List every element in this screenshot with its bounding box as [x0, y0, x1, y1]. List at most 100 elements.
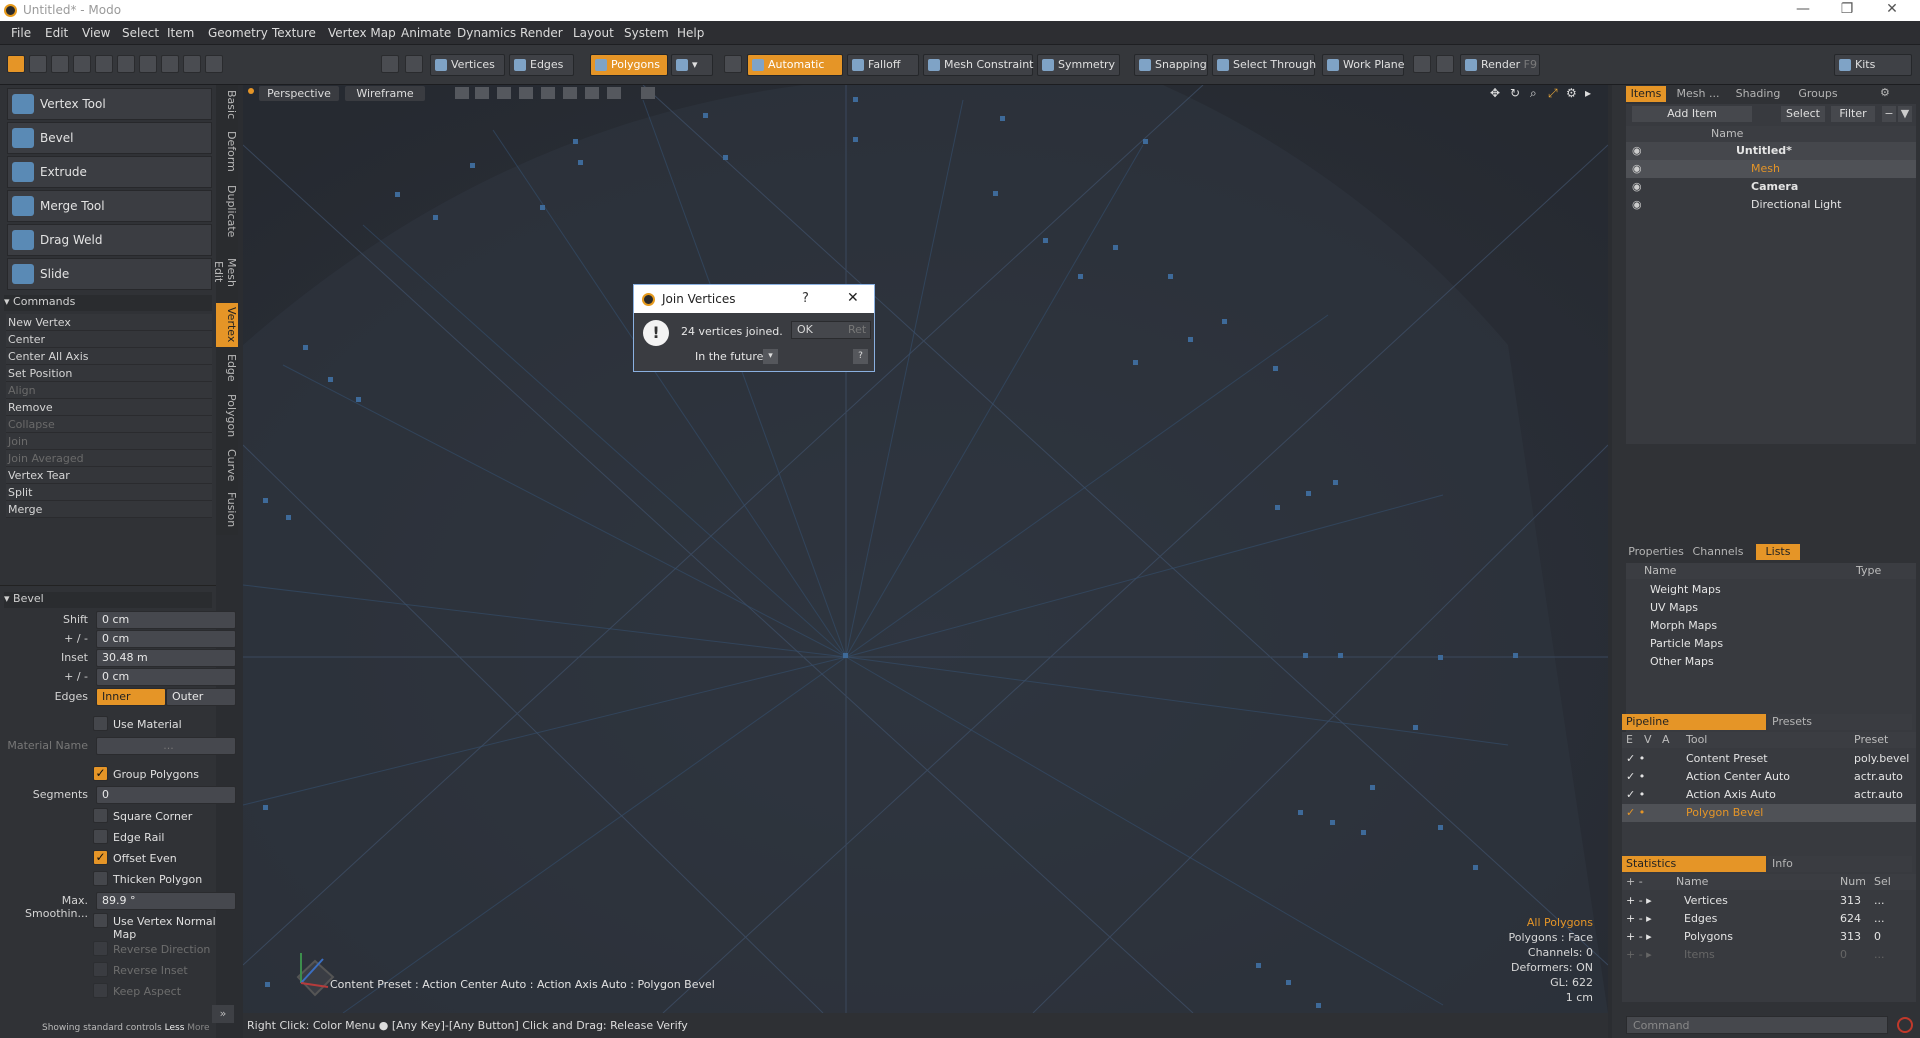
- cmd-split[interactable]: Split: [6, 484, 212, 501]
- in-the-future-dropdown[interactable]: ▾: [763, 349, 778, 364]
- menu-view[interactable]: View: [82, 26, 110, 40]
- menu-file[interactable]: File: [11, 26, 31, 40]
- menu-dynamics[interactable]: Dynamics: [457, 26, 516, 40]
- filter-icon[interactable]: [607, 87, 621, 99]
- gear-icon[interactable]: ⚙: [1880, 86, 1890, 99]
- action-center-icon[interactable]: [724, 55, 742, 73]
- snap-points-icon[interactable]: [205, 55, 223, 73]
- max-smoothing-field[interactable]: 89.9 °: [96, 892, 236, 910]
- lights-icon[interactable]: [563, 87, 577, 99]
- shift-random-field[interactable]: 0 cm: [96, 630, 236, 648]
- rotate-icon[interactable]: ↻: [1510, 86, 1520, 100]
- list-uv-maps[interactable]: UV Maps: [1626, 599, 1916, 617]
- kits-button[interactable]: Kits: [1834, 54, 1912, 76]
- pipeline-row[interactable]: ✓ • Polygon Bevel: [1622, 804, 1916, 822]
- tab-presets[interactable]: Presets: [1768, 714, 1912, 730]
- preview-icon[interactable]: [1436, 55, 1454, 73]
- cmd-vertex-tear[interactable]: Vertex Tear: [6, 467, 212, 484]
- menu-geometry[interactable]: Geometry: [208, 26, 268, 40]
- fit-icon[interactable]: ⤢: [1548, 86, 1558, 101]
- marquee-icon[interactable]: [183, 55, 201, 73]
- automatic-button[interactable]: Automatic: [747, 54, 843, 76]
- shading-dropdown[interactable]: Wireframe: [345, 86, 425, 101]
- edge-rail-checkbox[interactable]: [93, 829, 108, 844]
- record-icon[interactable]: [1897, 1017, 1913, 1033]
- viewport-menu-icon[interactable]: ▸: [1585, 86, 1591, 100]
- items-mode-icon[interactable]: [381, 55, 399, 73]
- tab-edge[interactable]: Edge: [216, 349, 238, 387]
- tab-mesh-edit[interactable]: Mesh Edit: [212, 245, 238, 299]
- use-vertex-normal-map-checkbox[interactable]: [93, 913, 108, 928]
- viewport-options-icon[interactable]: [248, 88, 254, 94]
- pipeline-row[interactable]: ✓ • Content Preset poly.bevel: [1622, 750, 1916, 768]
- tools-icon[interactable]: [1413, 55, 1431, 73]
- grid-icon[interactable]: [475, 87, 489, 99]
- inset-field[interactable]: 30.48 m: [96, 649, 236, 667]
- inset-random-field[interactable]: 0 cm: [96, 668, 236, 686]
- bevel-properties-header[interactable]: ▾ Bevel: [4, 592, 212, 608]
- tab-basic[interactable]: Basic: [216, 87, 238, 121]
- brush-icon[interactable]: [95, 55, 113, 73]
- menu-select[interactable]: Select: [122, 26, 159, 40]
- mesh-mode-icon[interactable]: [405, 55, 423, 73]
- menu-animate[interactable]: Animate: [401, 26, 451, 40]
- cmd-remove[interactable]: Remove: [6, 399, 212, 416]
- close-window-button[interactable]: ✕: [1872, 1, 1912, 17]
- help-icon[interactable]: ?: [853, 349, 868, 364]
- item-mesh[interactable]: Mesh: [1626, 160, 1916, 178]
- stat-row-polygons[interactable]: + - ▸ Polygons 313 0: [1622, 928, 1916, 946]
- cmd-new-vertex[interactable]: New Vertex: [6, 314, 212, 331]
- use-material-checkbox[interactable]: [93, 716, 108, 731]
- layers-icon[interactable]: [139, 55, 157, 73]
- merge-tool-button[interactable]: Merge Tool: [7, 190, 212, 222]
- tab-statistics[interactable]: Statistics: [1622, 856, 1766, 872]
- tab-properties[interactable]: Properties: [1626, 544, 1686, 560]
- expand-panel-button[interactable]: »: [212, 1005, 234, 1023]
- stat-row-edges[interactable]: + - ▸ Edges 624...: [1622, 910, 1916, 928]
- checker-icon[interactable]: [455, 87, 469, 99]
- less-link[interactable]: Less: [165, 1023, 185, 1033]
- mesh-constraint-button[interactable]: Mesh Constraint: [923, 54, 1034, 76]
- add-item-dropdown[interactable]: Add Item: [1632, 106, 1752, 122]
- crosshair-icon[interactable]: [161, 55, 179, 73]
- menu-help[interactable]: Help: [677, 26, 704, 40]
- edges-outer-option[interactable]: Outer: [166, 688, 236, 706]
- grid-select-icon[interactable]: [29, 55, 47, 73]
- edges-button[interactable]: Edges: [509, 54, 574, 76]
- tab-vertex[interactable]: Vertex: [216, 303, 238, 347]
- menu-item[interactable]: Item: [167, 26, 194, 40]
- dialog-help-button[interactable]: ?: [802, 291, 809, 306]
- tab-curve[interactable]: Curve: [216, 445, 238, 485]
- tab-lists[interactable]: Lists: [1756, 544, 1800, 560]
- menu-layout[interactable]: Layout: [573, 26, 614, 40]
- command-input[interactable]: Command: [1626, 1016, 1888, 1034]
- cmd-merge[interactable]: Merge: [6, 501, 212, 518]
- tab-polygon[interactable]: Polygon: [216, 391, 238, 441]
- select-button[interactable]: Select: [1781, 106, 1825, 122]
- render-button[interactable]: Render F9: [1460, 54, 1540, 76]
- square-corner-checkbox[interactable]: [93, 808, 108, 823]
- pan-icon[interactable]: ✥: [1490, 86, 1500, 100]
- tab-fusion[interactable]: Fusion: [216, 489, 238, 531]
- tab-groups[interactable]: Groups: [1790, 86, 1846, 102]
- tab-pipeline[interactable]: Pipeline: [1622, 714, 1766, 730]
- item-directional-light[interactable]: Directional Light: [1626, 196, 1916, 214]
- texture-icon[interactable]: [519, 87, 533, 99]
- funnel-icon[interactable]: ▼: [1898, 106, 1912, 122]
- maximize-button[interactable]: ❐: [1827, 1, 1867, 17]
- pipeline-row[interactable]: ✓ • Action Center Auto actr.auto: [1622, 768, 1916, 786]
- segments-field[interactable]: 0: [96, 786, 236, 804]
- visibility-eye-icon[interactable]: ◉: [1632, 144, 1642, 157]
- tab-mesh-ops[interactable]: Mesh ...: [1670, 86, 1726, 102]
- zoom-icon[interactable]: ⌕: [1530, 86, 1537, 101]
- stamp-icon[interactable]: [117, 55, 135, 73]
- menu-texture[interactable]: Texture: [272, 26, 316, 40]
- collapse-icon[interactable]: −: [1882, 106, 1896, 122]
- list-other-maps[interactable]: Other Maps: [1626, 653, 1916, 671]
- minimize-button[interactable]: —: [1783, 1, 1823, 17]
- camera-icon[interactable]: [585, 87, 599, 99]
- tab-info[interactable]: Info: [1768, 856, 1912, 872]
- list-morph-maps[interactable]: Morph Maps: [1626, 617, 1916, 635]
- drag-weld-button[interactable]: Drag Weld: [7, 224, 212, 256]
- slide-button[interactable]: Slide: [7, 258, 212, 290]
